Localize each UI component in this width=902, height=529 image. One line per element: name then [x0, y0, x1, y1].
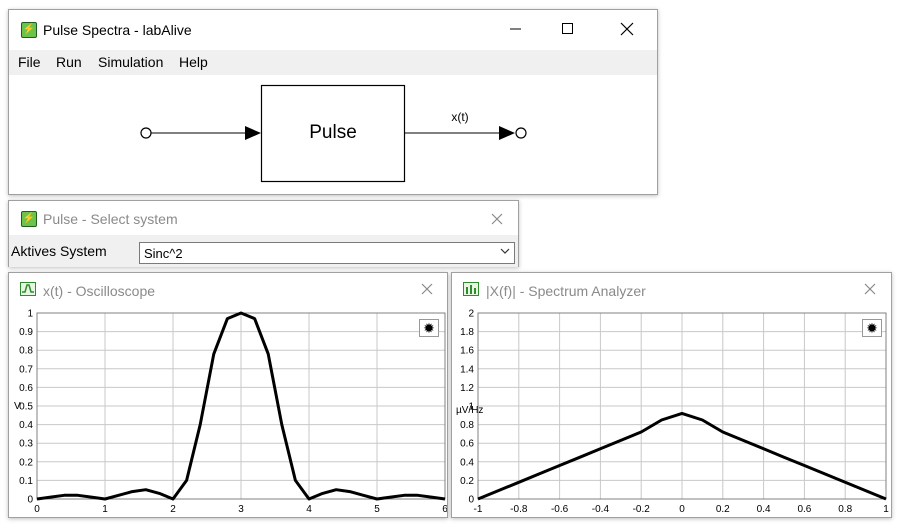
oscilloscope-x-tick-label: 0 [34, 504, 40, 515]
spectrum-x-tick-label: 0.2 [716, 504, 730, 515]
spectrum-x-tick-label: 0.4 [757, 504, 771, 515]
spectrum-x-tick-label: -0.6 [551, 504, 569, 515]
spectrum-y-tick-label: 1.8 [460, 327, 474, 338]
spectrum-x-tick-label: -0.4 [592, 504, 610, 515]
oscilloscope-plot-area: V 0 1 2 3 4 5 6 0 0.1 0.2 0.3 0.4 0.5 0.6 0.7 0.8 0.9 1 ✹ [9, 303, 447, 517]
main-titlebar[interactable]: ⚡ Pulse Spectra - labAlive [9, 10, 657, 50]
oscilloscope-y-tick-label: 0.5 [19, 402, 33, 413]
oscilloscope-y-tick-label: 0 [27, 495, 33, 506]
oscilloscope-y-tick-label: 0.7 [19, 364, 33, 375]
oscilloscope-x-tick-label: 5 [374, 504, 380, 515]
close-icon [421, 283, 433, 295]
spectrum-chart: µV/Hz kHz -1-0.8-0.6-0.4-0.200.20.40.60.… [456, 309, 889, 516]
input-port[interactable] [140, 127, 152, 139]
close-icon [491, 213, 503, 225]
spectrum-y-tick-label: 1.2 [460, 383, 474, 394]
spectrum-x-tick-label: 1 [883, 504, 889, 515]
select-titlebar[interactable]: ⚡ Pulse - Select system [9, 201, 518, 235]
main-window-title: Pulse Spectra - labAlive [43, 22, 192, 38]
oscilloscope-y-tick-label: 0.8 [19, 346, 33, 357]
select-system-window: ⚡ Pulse - Select system Aktives System S… [8, 200, 519, 267]
spectrum-titlebar[interactable]: |X(f)| - Spectrum Analyzer [452, 273, 891, 303]
oscilloscope-titlebar[interactable]: x(t) - Oscilloscope [9, 273, 447, 303]
spectrum-x-tick-label: 0.8 [838, 504, 852, 515]
maximize-button[interactable] [545, 14, 591, 44]
minimize-button[interactable] [493, 14, 539, 44]
gear-icon: ✹ [423, 320, 435, 336]
select-window-title: Pulse - Select system [43, 211, 178, 227]
menu-run[interactable]: Run [56, 54, 82, 70]
menu-simulation[interactable]: Simulation [98, 54, 163, 70]
spectrum-window: |X(f)| - Spectrum Analyzer µV/Hz kHz -1-… [451, 272, 892, 518]
spectrum-y-tick-label: 1 [468, 402, 474, 413]
system-dropdown-value: Sinc^2 [144, 246, 183, 261]
oscilloscope-y-tick-label: 1 [27, 309, 33, 320]
close-icon [620, 22, 634, 36]
block-diagram-svg: Pulse x(t) [140, 84, 527, 183]
spectrum-y-tick-label: 1.4 [460, 364, 474, 375]
select-close-button[interactable] [485, 207, 509, 231]
oscilloscope-settings-button[interactable]: ✹ [419, 319, 439, 337]
oscilloscope-x-tick-label: 1 [102, 504, 108, 515]
gear-icon: ✹ [866, 320, 878, 336]
spectrum-y-tick-label: 2 [468, 309, 474, 320]
spectrum-icon [463, 282, 479, 296]
system-dropdown[interactable]: Sinc^2 [139, 242, 515, 264]
oscilloscope-y-tick-label: 0.4 [19, 420, 33, 431]
oscilloscope-y-tick-label: 0.2 [19, 457, 33, 468]
spectrum-x-tick-label: -1 [474, 504, 483, 515]
input-arrowhead [245, 126, 261, 140]
oscilloscope-x-tick-label: 4 [306, 504, 312, 515]
spectrum-settings-button[interactable]: ✹ [862, 319, 882, 337]
minimize-icon [510, 28, 521, 30]
oscilloscope-chart: V 0 1 2 3 4 5 600.10.20.30.40.50.60.70.80.91 [14, 309, 447, 516]
spectrum-title: |X(f)| - Spectrum Analyzer [486, 283, 646, 299]
main-window: ⚡ Pulse Spectra - labAlive File Run Simu… [8, 9, 658, 195]
oscilloscope-y-tick-label: 0.6 [19, 383, 33, 394]
block-diagram: Pulse x(t) [9, 75, 657, 194]
spectrum-x-tick-label: 0 [679, 504, 685, 515]
signal-label: x(t) [451, 110, 468, 124]
oscilloscope-icon [20, 282, 36, 296]
spectrum-close-button[interactable] [858, 277, 882, 301]
spectrum-plot-area: µV/Hz kHz -1-0.8-0.6-0.4-0.200.20.40.60.… [452, 303, 891, 517]
spectrum-y-tick-label: 0.8 [460, 420, 474, 431]
maximize-icon [562, 23, 573, 34]
spectrum-y-tick-label: 0 [468, 495, 474, 506]
active-system-label: Aktives System [11, 243, 107, 259]
lightning-icon: ⚡ [21, 22, 37, 38]
spectrum-x-tick-label: 0.6 [797, 504, 811, 515]
oscilloscope-x-tick-label: 3 [238, 504, 244, 515]
lightning-icon: ⚡ [21, 211, 37, 227]
chevron-down-icon [500, 248, 510, 254]
spectrum-y-tick-label: 0.4 [460, 457, 474, 468]
spectrum-y-tick-label: 1.6 [460, 346, 474, 357]
oscilloscope-y-tick-label: 0.9 [19, 327, 33, 338]
menu-help[interactable]: Help [179, 54, 208, 70]
spectrum-y-tick-label: 0.6 [460, 439, 474, 450]
oscilloscope-y-tick-label: 0.1 [19, 476, 33, 487]
close-icon [864, 283, 876, 295]
oscilloscope-title: x(t) - Oscilloscope [43, 283, 156, 299]
menu-file[interactable]: File [18, 54, 41, 70]
pulse-block-label: Pulse [309, 122, 357, 143]
spectrum-y-tick-label: 0.2 [460, 476, 474, 487]
menu-bar: File Run Simulation Help [9, 50, 657, 75]
close-button[interactable] [604, 14, 650, 44]
oscilloscope-x-tick-label: 2 [170, 504, 176, 515]
system-select-row: Aktives System Sinc^2 [9, 235, 518, 267]
output-port[interactable] [515, 127, 527, 139]
oscilloscope-x-tick-label: 6 [442, 504, 447, 515]
oscilloscope-close-button[interactable] [415, 277, 439, 301]
spectrum-x-tick-label: -0.8 [510, 504, 528, 515]
oscilloscope-y-tick-label: 0.3 [19, 439, 33, 450]
output-arrowhead [499, 126, 515, 140]
oscilloscope-window: x(t) - Oscilloscope V 0 1 2 3 4 5 6 0 0.1 0.2 0.3 0… [8, 272, 448, 518]
spectrum-x-tick-label: -0.2 [633, 504, 651, 515]
